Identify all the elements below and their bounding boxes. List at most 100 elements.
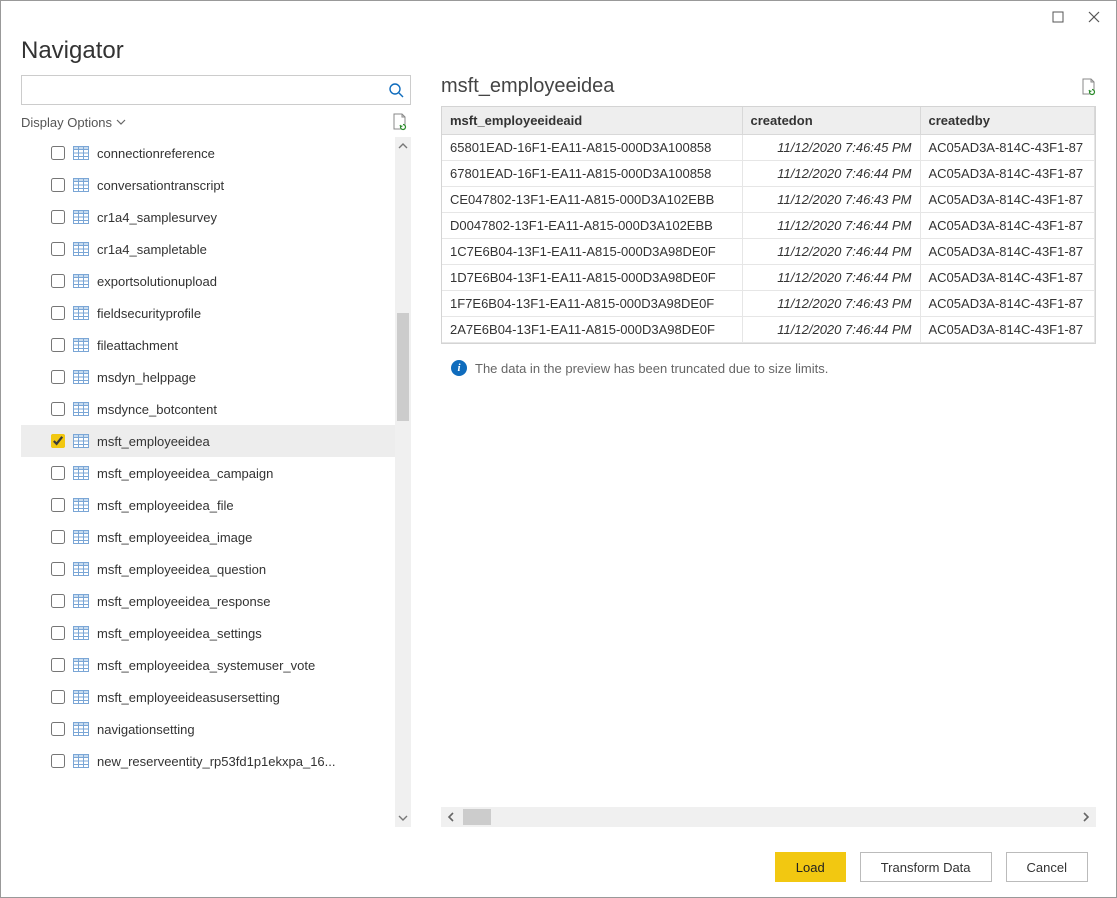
table-row[interactable]: CE047802-13F1-EA11-A815-000D3A102EBB11/1… [442,187,1095,213]
tree-checkbox[interactable] [51,562,65,576]
refresh-preview-icon[interactable] [1080,78,1096,96]
table-icon [73,242,89,256]
table-icon [73,594,89,608]
tree-item-new_reserveentity_rp53fd1p1ekxpa_16...[interactable]: new_reserveentity_rp53fd1p1ekxpa_16... [21,745,411,777]
table-row[interactable]: 1C7E6B04-13F1-EA11-A815-000D3A98DE0F11/1… [442,239,1095,265]
tree-item-conversationtranscript[interactable]: conversationtranscript [21,169,411,201]
preview-header: msft_employeeidea [441,75,1096,106]
tree-item-msft_employeeidea_file[interactable]: msft_employeeidea_file [21,489,411,521]
table-icon [73,722,89,736]
tree-checkbox[interactable] [51,274,65,288]
tree-checkbox[interactable] [51,658,65,672]
navigator-dialog: Navigator Display Options connectionref [0,0,1117,898]
tree-item-connectionreference[interactable]: connectionreference [21,137,411,169]
tree-item-msft_employeeidea_image[interactable]: msft_employeeidea_image [21,521,411,553]
scrollbar-thumb[interactable] [397,313,409,421]
table-icon [73,562,89,576]
table-cell: AC05AD3A-814C-43F1-87 [920,239,1095,265]
tree-item-msft_employeeidea[interactable]: msft_employeeidea [21,425,411,457]
table-row[interactable]: D0047802-13F1-EA11-A815-000D3A102EBB11/1… [442,213,1095,239]
tree-item-fieldsecurityprofile[interactable]: fieldsecurityprofile [21,297,411,329]
tree-checkbox[interactable] [51,146,65,160]
search-box[interactable] [21,75,411,105]
display-options-row: Display Options [21,105,411,137]
column-header[interactable]: msft_employeeideaid [442,107,742,135]
tree-item-msft_employeeidea_settings[interactable]: msft_employeeidea_settings [21,617,411,649]
table-icon [73,306,89,320]
tree-item-msft_employeeidea_question[interactable]: msft_employeeidea_question [21,553,411,585]
chevron-down-icon [116,119,126,125]
table-row[interactable]: 1D7E6B04-13F1-EA11-A815-000D3A98DE0F11/1… [442,265,1095,291]
tree-item-msft_employeeidea_systemuser_vote[interactable]: msft_employeeidea_systemuser_vote [21,649,411,681]
tree-item-cr1a4_samplesurvey[interactable]: cr1a4_samplesurvey [21,201,411,233]
tree-checkbox[interactable] [51,242,65,256]
table-cell: 1F7E6B04-13F1-EA11-A815-000D3A98DE0F [442,291,742,317]
load-button[interactable]: Load [775,852,846,882]
scroll-up-arrow[interactable] [395,137,411,155]
transform-data-button[interactable]: Transform Data [860,852,992,882]
h-scrollbar-thumb[interactable] [463,809,491,825]
tree-item-label: msft_employeeidea_question [97,562,411,577]
tree-checkbox[interactable] [51,626,65,640]
tree-item-msft_employeeidea_response[interactable]: msft_employeeidea_response [21,585,411,617]
maximize-button[interactable] [1040,3,1076,31]
table-row[interactable]: 1F7E6B04-13F1-EA11-A815-000D3A98DE0F11/1… [442,291,1095,317]
refresh-preview-icon[interactable] [391,113,407,131]
tree-checkbox[interactable] [51,754,65,768]
table-row[interactable]: 67801EAD-16F1-EA11-A815-000D3A10085811/1… [442,161,1095,187]
tree-checkbox[interactable] [51,466,65,480]
tree-item-msft_employeeidea_campaign[interactable]: msft_employeeidea_campaign [21,457,411,489]
search-input[interactable] [28,82,388,99]
cancel-button[interactable]: Cancel [1006,852,1088,882]
table-icon [73,658,89,672]
tree-item-msdynce_botcontent[interactable]: msdynce_botcontent [21,393,411,425]
scroll-right-arrow[interactable] [1076,807,1096,827]
column-header[interactable]: createdon [742,107,920,135]
tree-checkbox[interactable] [51,210,65,224]
column-header[interactable]: createdby [920,107,1095,135]
table-cell: 11/12/2020 7:46:44 PM [742,265,920,291]
scroll-left-arrow[interactable] [441,807,461,827]
table-cell: 11/12/2020 7:46:44 PM [742,239,920,265]
tree-checkbox[interactable] [51,722,65,736]
tree-checkbox[interactable] [51,434,65,448]
tree-checkbox[interactable] [51,498,65,512]
tree-item-label: msft_employeeidea_file [97,498,411,513]
horizontal-scrollbar[interactable] [441,807,1096,827]
tree-checkbox[interactable] [51,690,65,704]
table-row[interactable]: 65801EAD-16F1-EA11-A815-000D3A10085811/1… [442,135,1095,161]
table-cell: AC05AD3A-814C-43F1-87 [920,265,1095,291]
table-cell: D0047802-13F1-EA11-A815-000D3A102EBB [442,213,742,239]
table-cell: 11/12/2020 7:46:44 PM [742,317,920,343]
tree-item-label: msft_employeeidea_settings [97,626,411,641]
tree-item-cr1a4_sampletable[interactable]: cr1a4_sampletable [21,233,411,265]
tree-item-label: new_reserveentity_rp53fd1p1ekxpa_16... [97,754,411,769]
tree-checkbox[interactable] [51,338,65,352]
table-cell: AC05AD3A-814C-43F1-87 [920,161,1095,187]
scroll-down-arrow[interactable] [395,809,411,827]
tree-item-fileattachment[interactable]: fileattachment [21,329,411,361]
tree-item-label: msft_employeeidea_systemuser_vote [97,658,411,673]
table-cell: AC05AD3A-814C-43F1-87 [920,291,1095,317]
table-icon [73,690,89,704]
tree-item-msft_employeeideasusersetting[interactable]: msft_employeeideasusersetting [21,681,411,713]
tree-checkbox[interactable] [51,178,65,192]
tree-item-exportsolutionupload[interactable]: exportsolutionupload [21,265,411,297]
close-button[interactable] [1076,3,1112,31]
tree-item-label: msft_employeeidea_image [97,530,411,545]
tree-item-msdyn_helppage[interactable]: msdyn_helppage [21,361,411,393]
tree-checkbox[interactable] [51,306,65,320]
table-cell: 11/12/2020 7:46:45 PM [742,135,920,161]
tree-checkbox[interactable] [51,530,65,544]
table-tree[interactable]: connectionreferenceconversationtranscrip… [21,137,411,827]
tree-checkbox[interactable] [51,594,65,608]
tree-item-navigationsetting[interactable]: navigationsetting [21,713,411,745]
vertical-scrollbar[interactable] [395,137,411,827]
dialog-title: Navigator [21,37,1096,65]
table-row[interactable]: 2A7E6B04-13F1-EA11-A815-000D3A98DE0F11/1… [442,317,1095,343]
table-cell: 1D7E6B04-13F1-EA11-A815-000D3A98DE0F [442,265,742,291]
table-cell: 11/12/2020 7:46:44 PM [742,161,920,187]
display-options-dropdown[interactable]: Display Options [21,115,126,130]
tree-checkbox[interactable] [51,402,65,416]
tree-checkbox[interactable] [51,370,65,384]
